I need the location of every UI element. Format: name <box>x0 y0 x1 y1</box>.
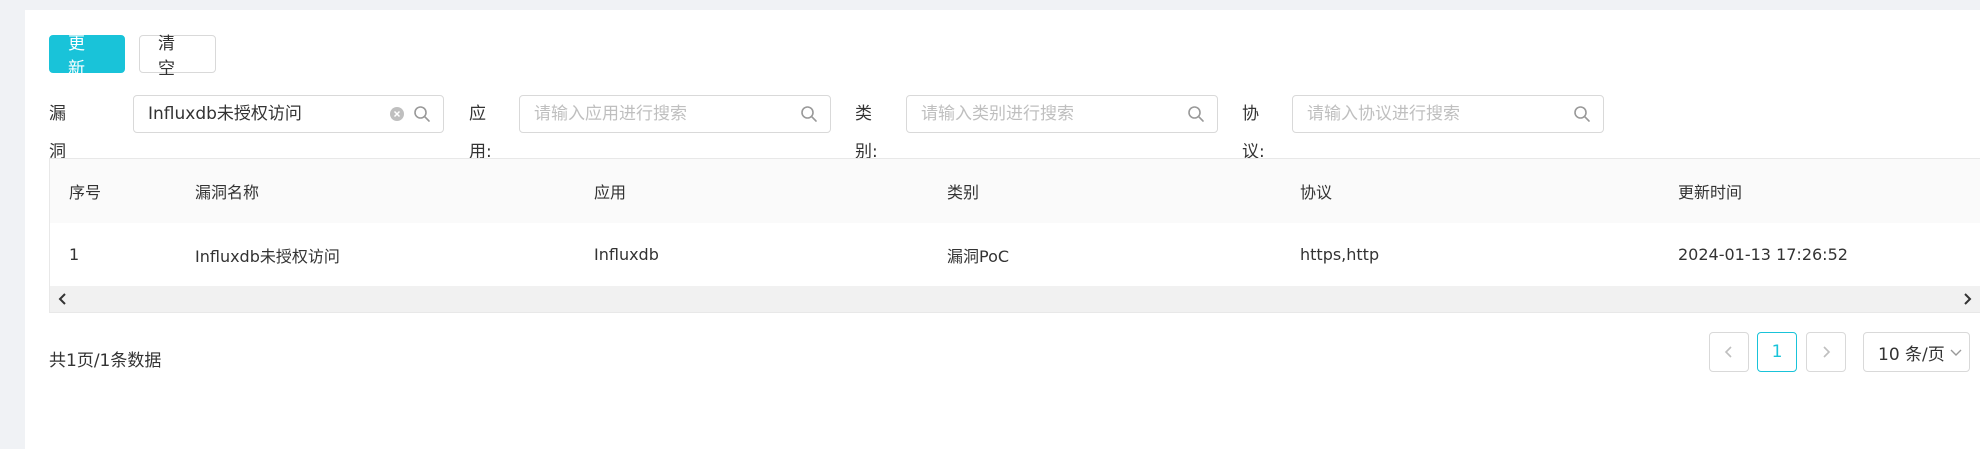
prev-page-button[interactable] <box>1709 332 1749 372</box>
column-header-category: 类别 <box>947 183 980 202</box>
app-placeholder: 请输入应用进行搜索 <box>534 104 687 124</box>
page-size-value: 10 条/页 <box>1878 344 1945 365</box>
scroll-left-icon[interactable] <box>54 290 72 308</box>
search-icon[interactable] <box>800 105 818 123</box>
pagination-summary: 共1页/1条数据 <box>49 351 162 371</box>
protocol-placeholder: 请输入协议进行搜索 <box>1307 104 1460 124</box>
page-size-select[interactable]: 10 条/页 <box>1863 332 1970 372</box>
column-header-protocol: 协议 <box>1300 183 1333 202</box>
protocol-label: 协议: <box>1242 104 1265 162</box>
page-number-button[interactable]: 1 <box>1757 332 1797 372</box>
cell-vuln-name: Influxdb未授权访问 <box>195 246 340 266</box>
clear-button[interactable]: 清空 <box>139 34 216 79</box>
chevron-down-icon <box>1950 349 1962 356</box>
table-row[interactable]: 1 Influxdb未授权访问 Influxdb 漏洞PoC https,htt… <box>50 223 1980 286</box>
chevron-left-icon <box>1724 346 1732 358</box>
column-header-index: 序号 <box>69 183 102 202</box>
main-panel: 更新 清空 漏洞名称: Influxdb未授权访问 应用: 请输入应用进行搜索 … <box>25 10 1980 449</box>
cell-updated-time: 2024-01-13 17:26:52 <box>1678 245 1848 264</box>
app-input[interactable]: 请输入应用进行搜索 <box>519 95 831 133</box>
vuln-name-value: Influxdb未授权访问 <box>148 104 302 124</box>
toolbar: 更新 清空 <box>49 34 216 79</box>
column-header-updated-time: 更新时间 <box>1678 183 1743 202</box>
cell-protocol: https,http <box>1300 245 1380 264</box>
horizontal-scrollbar[interactable] <box>50 286 1980 312</box>
category-input[interactable]: 请输入类别进行搜索 <box>906 95 1218 133</box>
search-icon[interactable] <box>413 105 431 123</box>
column-header-vuln-name: 漏洞名称 <box>195 183 260 202</box>
vuln-table: 序号 漏洞名称 应用 类别 协议 更新时间 1 Influxdb未授权访问 In… <box>49 158 1980 313</box>
column-header-app: 应用 <box>594 183 627 202</box>
category-placeholder: 请输入类别进行搜索 <box>921 104 1074 124</box>
protocol-input[interactable]: 请输入协议进行搜索 <box>1292 95 1604 133</box>
app-label: 应用: <box>469 104 492 162</box>
cell-category: 漏洞PoC <box>947 246 1010 266</box>
cell-index: 1 <box>69 245 80 264</box>
scroll-right-icon[interactable] <box>1958 290 1976 308</box>
category-label: 类别: <box>855 104 878 162</box>
next-page-button[interactable] <box>1806 332 1846 372</box>
update-button[interactable]: 更新 <box>49 34 125 79</box>
table-header: 序号 漏洞名称 应用 类别 协议 更新时间 <box>50 159 1980 224</box>
search-icon[interactable] <box>1573 105 1591 123</box>
vuln-name-input[interactable]: Influxdb未授权访问 <box>133 95 444 133</box>
clear-circle-icon[interactable] <box>389 106 405 122</box>
search-icon[interactable] <box>1187 105 1205 123</box>
vuln-name-label: 漏洞名称: <box>49 104 72 238</box>
chevron-right-icon <box>1823 346 1831 358</box>
cell-app: Influxdb <box>594 245 659 264</box>
